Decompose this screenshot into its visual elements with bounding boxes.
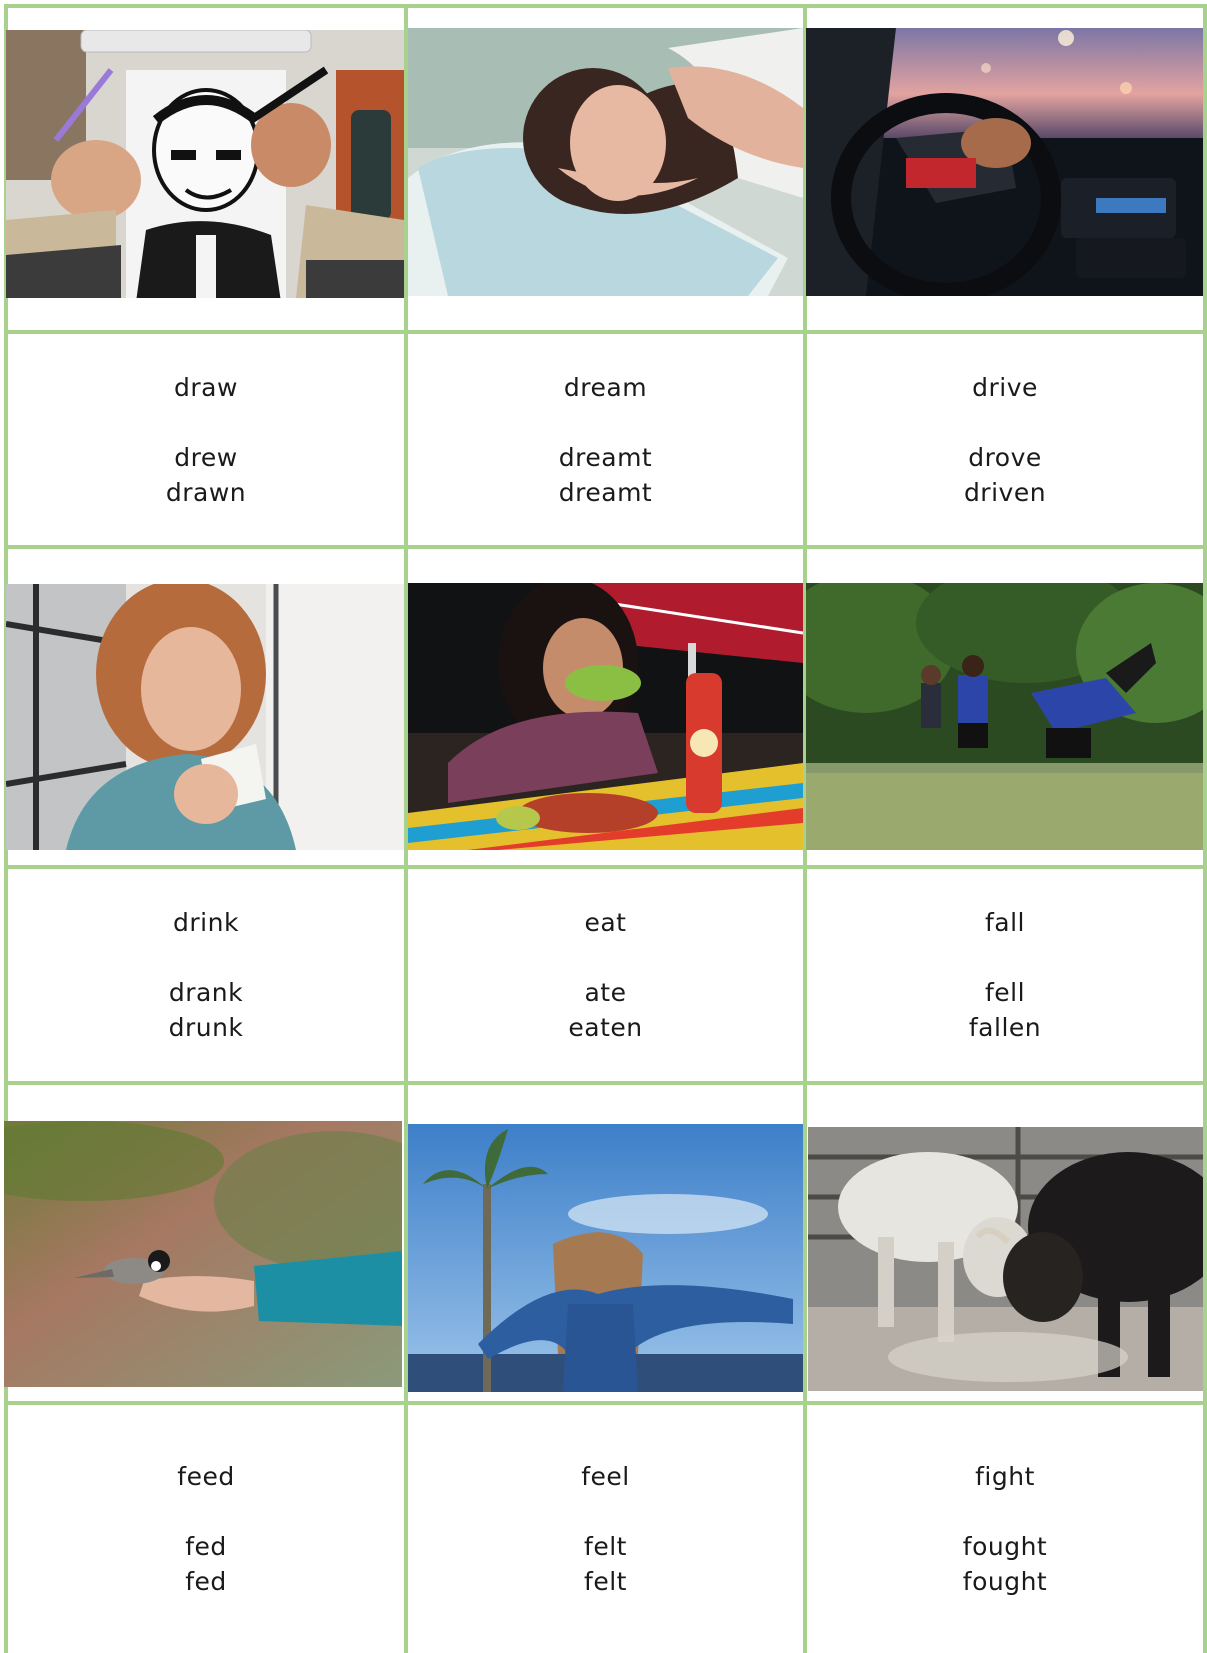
sleeping-photo-icon [408,28,803,296]
verb-past-simple: dreamt [558,442,653,472]
driving-photo-icon [806,28,1203,296]
word-card-fall: fall fell fallen [807,869,1203,1081]
bird-feeding-photo-icon [4,1121,402,1387]
drinking-photo-icon [6,584,404,850]
verb-base-form: draw [174,372,238,402]
verb-past-participle: drawn [165,477,247,507]
verb-base-form: fall [984,908,1025,937]
verb-base-form: dream [563,372,648,402]
verb-past-simple: drove [968,442,1042,472]
verb-past-simple: drank [168,978,244,1007]
verb-past-participle: drunk [168,1013,244,1042]
verb-past-participle: fought [962,1567,1048,1596]
verb-base-form: feed [177,1462,235,1491]
verb-past-participle: driven [963,477,1047,507]
word-card-drink: drink drank drunk [8,869,404,1081]
verb-base-form: eat [584,908,627,937]
verb-past-participle: dreamt [558,477,653,507]
word-card-fight: fight fought fought [807,1405,1203,1653]
grid-line-h2 [4,545,1207,549]
eating-photo-icon [408,583,803,850]
word-card-draw: draw drew drawn [8,334,404,545]
word-card-dream: dream dreamt dreamt [408,334,803,545]
verb-past-participle: eaten [568,1013,643,1042]
verb-past-simple: fell [984,978,1026,1007]
verb-base-form: drive [972,372,1038,402]
verb-past-simple: fought [962,1532,1048,1561]
verb-past-participle: fed [185,1567,227,1596]
verb-base-form: feel [581,1462,630,1491]
grid-line-h4 [4,1081,1207,1085]
word-card-drive: drive drove driven [807,334,1203,545]
word-card-feed: feed fed fed [8,1405,404,1653]
verb-past-simple: ate [584,978,627,1007]
verb-past-participle: fallen [968,1013,1042,1042]
verb-past-participle: felt [584,1567,627,1596]
verb-past-simple: drew [174,442,238,472]
verb-base-form: drink [173,908,239,937]
rugby-photo-icon [806,583,1203,850]
verb-past-simple: felt [584,1532,627,1561]
palm-beach-photo-icon [408,1124,803,1392]
verb-base-form: fight [975,1462,1035,1491]
word-card-feel: feel felt felt [408,1405,803,1653]
verb-past-simple: fed [185,1532,227,1561]
bulls-fighting-photo-icon [808,1127,1203,1391]
grid-line-v3 [1203,4,1207,1653]
grid-line-h0 [4,4,1207,8]
drawing-photo-icon [6,30,404,298]
word-card-eat: eat ate eaten [408,869,803,1081]
